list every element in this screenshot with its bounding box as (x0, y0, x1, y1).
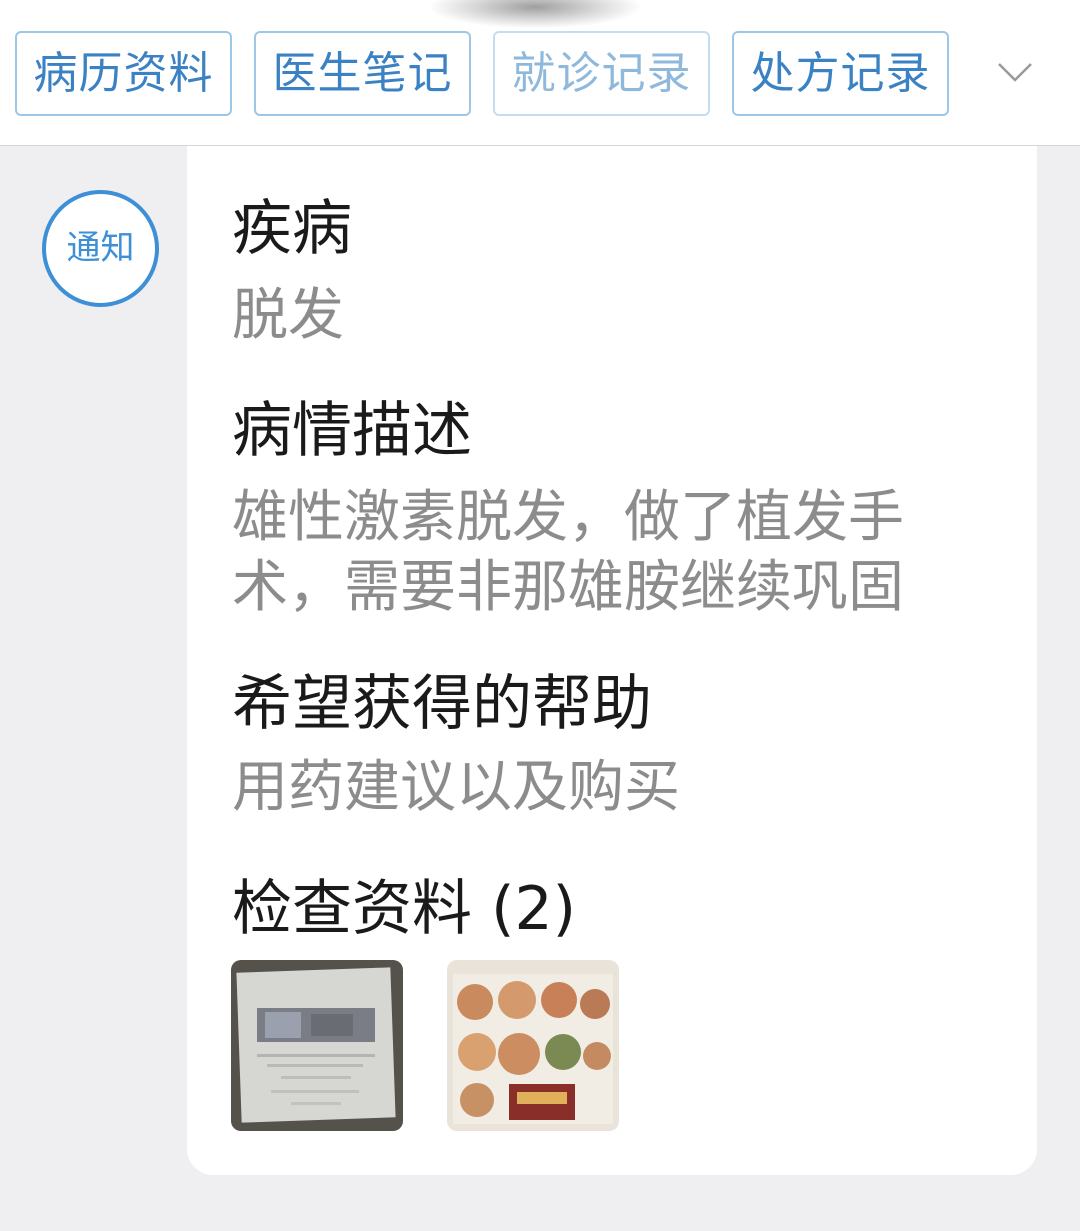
tab-prescription-records[interactable]: 处方记录 (732, 31, 949, 116)
tab-medical-records[interactable]: 病历资料 (15, 31, 232, 116)
description-heading: 病情描述 (232, 396, 472, 466)
disease-heading: 疾病 (232, 194, 352, 264)
tab-bar: 病历资料 医生笔记 就诊记录 处方记录 (0, 0, 1080, 146)
materials-label: 检查资料 (232, 874, 472, 944)
help-value: 用药建议以及购买 (232, 755, 680, 820)
tab-doctor-notes[interactable]: 医生笔记 (254, 31, 471, 116)
exam-image-thumbnail[interactable] (447, 960, 619, 1131)
description-line-1: 雄性激素脱发，做了植发手 (232, 485, 904, 550)
help-heading: 希望获得的帮助 (232, 669, 652, 739)
disease-value: 脱发 (232, 283, 344, 348)
materials-heading: 检查资料 (2) (232, 860, 576, 947)
notice-avatar[interactable]: 通知 (42, 190, 159, 307)
chevron-down-icon[interactable] (995, 52, 1035, 92)
photo-smudge (430, 0, 640, 28)
description-line-2: 术，需要非那雄胺继续巩固 (232, 555, 904, 620)
materials-count: (2) (491, 874, 577, 944)
tab-visit-records[interactable]: 就诊记录 (493, 31, 710, 116)
exam-image-thumbnail[interactable] (231, 960, 403, 1131)
